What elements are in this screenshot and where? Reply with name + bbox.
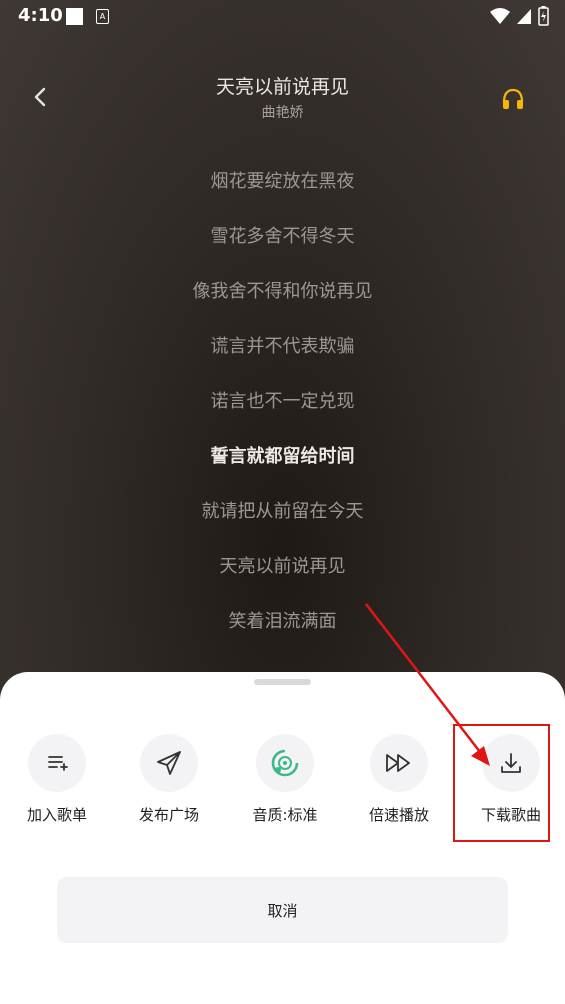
action-label: 发布广场 xyxy=(138,806,199,824)
lyric-line[interactable]: 烟花要绽放在黑夜 xyxy=(0,165,565,220)
annotation-highlight-box xyxy=(453,724,550,842)
sound-quality-button[interactable]: 音质:标准 xyxy=(228,734,342,825)
add-to-playlist-button[interactable]: 加入歌单 xyxy=(0,734,114,825)
lyric-line[interactable]: 就请把从前留在今天 xyxy=(0,495,565,550)
send-icon xyxy=(157,751,181,775)
playback-speed-circle xyxy=(370,734,428,792)
playback-speed-button[interactable]: 倍速播放 xyxy=(342,734,456,825)
add-to-playlist-circle xyxy=(28,734,86,792)
action-label: 加入歌单 xyxy=(26,806,87,824)
song-artist[interactable]: 曲艳娇 xyxy=(0,102,565,122)
lyric-line[interactable]: 诺言也不一定兑现 xyxy=(0,385,565,440)
action-label: 音质:标准 xyxy=(252,806,318,824)
status-right xyxy=(490,6,549,26)
action-sheet: 加入歌单 发布广场 音质:标准 倍速播放 下载歌曲 取消 xyxy=(0,672,565,1004)
cancel-button[interactable]: 取消 xyxy=(57,877,508,943)
player-header: 天亮以前说再见 曲艳娇 xyxy=(0,62,565,132)
wifi-icon xyxy=(490,8,510,24)
sound-quality-circle xyxy=(256,734,314,792)
lyric-line[interactable]: 雪花多舍不得冬天 xyxy=(0,220,565,275)
lyric-line[interactable]: 像我舍不得和你说再见 xyxy=(0,275,565,330)
fast-forward-icon xyxy=(386,754,410,772)
sound-quality-icon xyxy=(271,749,299,777)
headphone-icon[interactable] xyxy=(500,86,526,112)
status-time: 4:10 xyxy=(18,5,63,26)
lyrics-list: 烟花要绽放在黑夜 雪花多舍不得冬天 像我舍不得和你说再见 谎言并不代表欺骗 诺言也不一定… xyxy=(0,165,565,660)
lyric-line-active[interactable]: 誓言就都留给时间 xyxy=(0,440,565,495)
song-title: 天亮以前说再见 xyxy=(215,76,349,98)
lyric-line[interactable]: 天亮以前说再见 xyxy=(0,550,565,605)
add-to-playlist-icon xyxy=(48,756,68,771)
publish-square-button[interactable]: 发布广场 xyxy=(112,734,226,825)
battery-icon xyxy=(538,6,549,26)
notification-square-icon xyxy=(66,8,83,25)
action-label: 倍速播放 xyxy=(368,806,429,824)
notification-badge-icon: A xyxy=(96,9,109,24)
drag-handle[interactable] xyxy=(254,679,311,685)
lyric-line[interactable]: 谎言并不代表欺骗 xyxy=(0,330,565,385)
publish-square-circle xyxy=(140,734,198,792)
lyric-line[interactable]: 笑着泪流满面 xyxy=(0,605,565,660)
cellular-icon xyxy=(517,9,531,24)
status-bar: 4:10 A xyxy=(0,0,565,32)
